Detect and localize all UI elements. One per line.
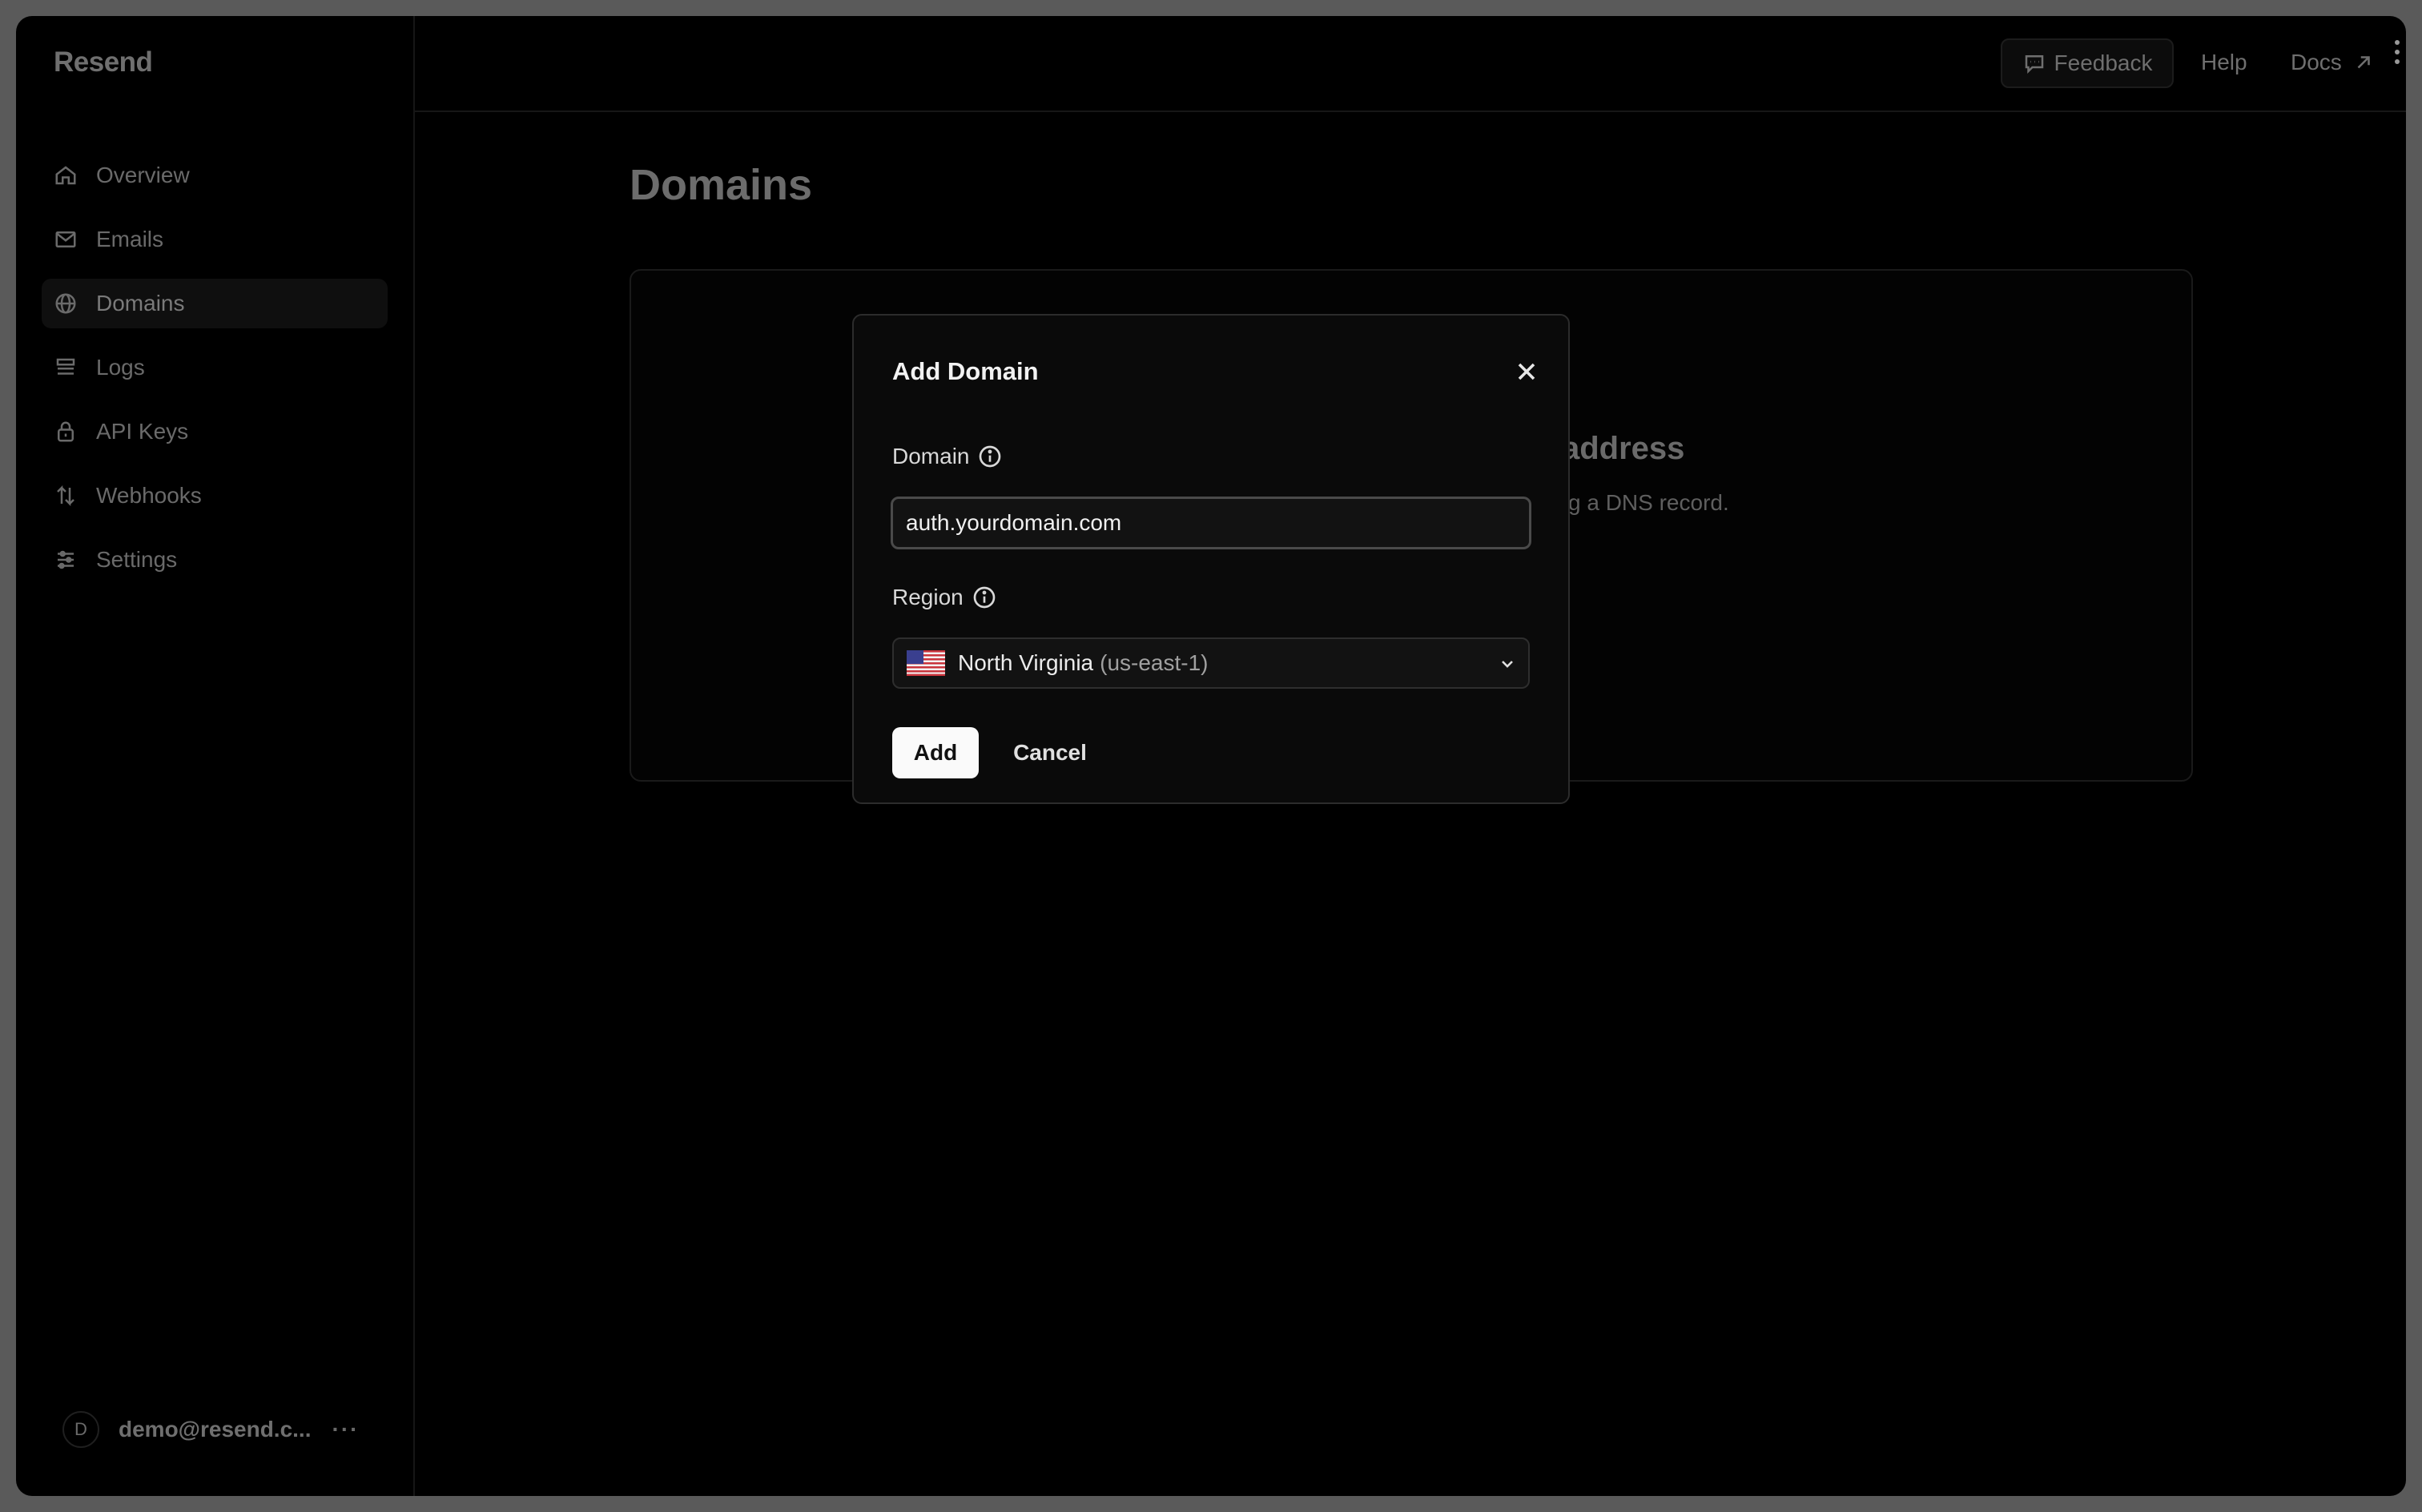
- empty-state-description: g a DNS record.: [1568, 490, 1729, 516]
- us-flag-icon: [907, 650, 945, 676]
- sidebar: Resend Overview Emails Domains: [16, 16, 415, 1496]
- sidebar-item-label: Webhooks: [96, 483, 202, 509]
- app-window: Resend Overview Emails Domains: [16, 16, 2406, 1496]
- page-title: Domains: [630, 160, 812, 210]
- help-link[interactable]: Help: [2201, 50, 2247, 75]
- chat-icon: [2022, 51, 2046, 75]
- feedback-button[interactable]: Feedback: [2001, 38, 2174, 88]
- globe-icon: [53, 291, 78, 316]
- sidebar-item-settings[interactable]: Settings: [42, 535, 388, 585]
- sidebar-item-label: Logs: [96, 355, 145, 380]
- sidebar-item-label: Emails: [96, 227, 163, 252]
- window-resize-handle[interactable]: [2395, 40, 2403, 64]
- docs-label: Docs: [2291, 50, 2342, 75]
- sidebar-item-label: Domains: [96, 291, 184, 316]
- avatar: D: [62, 1411, 99, 1448]
- region-label-text: Region: [892, 585, 964, 610]
- lock-icon: [53, 419, 78, 444]
- sidebar-item-webhooks[interactable]: Webhooks: [42, 471, 388, 521]
- top-header: Feedback Help Docs: [415, 16, 2406, 112]
- mail-icon: [53, 227, 78, 252]
- sidebar-item-emails[interactable]: Emails: [42, 215, 388, 264]
- sliders-icon: [53, 547, 78, 573]
- sidebar-item-logs[interactable]: Logs: [42, 343, 388, 392]
- user-email: demo@resend.c...: [119, 1417, 312, 1442]
- close-icon: [1512, 357, 1541, 386]
- sidebar-item-domains[interactable]: Domains: [42, 279, 388, 328]
- add-domain-dialog: Add Domain Domain Region: [852, 314, 1570, 804]
- logo: Resend: [54, 46, 152, 78]
- feedback-label: Feedback: [2054, 50, 2153, 76]
- logs-icon: [53, 355, 78, 380]
- more-icon[interactable]: ···: [332, 1417, 360, 1442]
- sidebar-item-label: Settings: [96, 547, 177, 573]
- close-button[interactable]: [1512, 357, 1541, 386]
- domain-input[interactable]: [891, 497, 1531, 549]
- sidebar-item-label: Overview: [96, 163, 190, 188]
- sidebar-item-label: API Keys: [96, 419, 188, 444]
- add-button[interactable]: Add: [892, 727, 979, 778]
- dialog-title: Add Domain: [892, 357, 1039, 386]
- sidebar-item-overview[interactable]: Overview: [42, 151, 388, 200]
- sidebar-nav: Overview Emails Domains Logs: [42, 151, 388, 599]
- sidebar-item-api-keys[interactable]: API Keys: [42, 407, 388, 456]
- empty-state-title: address: [1562, 431, 1684, 467]
- region-label: Region: [892, 585, 997, 610]
- info-icon[interactable]: [977, 444, 1003, 469]
- chevron-down-icon: [1498, 654, 1517, 674]
- external-link-icon: [2353, 52, 2374, 73]
- region-name: North Virginia: [958, 650, 1093, 676]
- arrows-icon: [53, 483, 78, 509]
- cancel-button[interactable]: Cancel: [998, 727, 1102, 778]
- home-icon: [53, 163, 78, 188]
- domain-label: Domain: [892, 444, 1003, 469]
- info-icon[interactable]: [972, 585, 997, 610]
- domain-label-text: Domain: [892, 444, 969, 469]
- docs-link[interactable]: Docs: [2291, 50, 2374, 75]
- user-menu[interactable]: D demo@resend.c... ···: [62, 1411, 359, 1448]
- region-select[interactable]: North Virginia (us-east-1): [892, 637, 1530, 689]
- region-code: (us-east-1): [1100, 650, 1208, 676]
